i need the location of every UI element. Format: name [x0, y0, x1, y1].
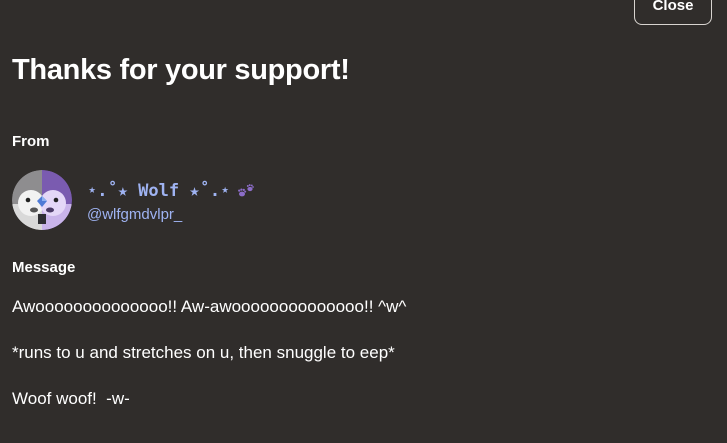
- wolf-avatar-icon: [12, 170, 72, 230]
- from-label: From: [12, 133, 50, 150]
- message-label: Message: [12, 259, 76, 276]
- page-title: Thanks for your support!: [12, 54, 350, 86]
- avatar[interactable]: [12, 170, 72, 230]
- paw-prints-icon: [237, 183, 255, 199]
- message-body: Awoooooooooooooo!! Aw-awoooooooooooooo!!…: [12, 297, 712, 435]
- message-line: Woof woof! -w-: [12, 389, 130, 408]
- supporter-display-name[interactable]: ⋆.˚★ Wolf ★˚.⋆: [87, 180, 255, 202]
- supporter-handle[interactable]: @wlfgmdvlpr_: [87, 206, 255, 223]
- message-line: *runs to u and stretches on u, then snug…: [12, 343, 395, 362]
- close-button[interactable]: Close: [634, 0, 712, 25]
- supporter-info: ⋆.˚★ Wolf ★˚.⋆ @wlfgmdvlpr_: [87, 178, 255, 223]
- message-line: Awoooooooooooooo!! Aw-awoooooooooooooo!!…: [12, 297, 407, 316]
- supporter-card[interactable]: ⋆.˚★ Wolf ★˚.⋆ @wlfgmdvlpr_: [12, 170, 255, 230]
- display-name-text[interactable]: ⋆.˚★ Wolf ★˚.⋆: [87, 181, 230, 201]
